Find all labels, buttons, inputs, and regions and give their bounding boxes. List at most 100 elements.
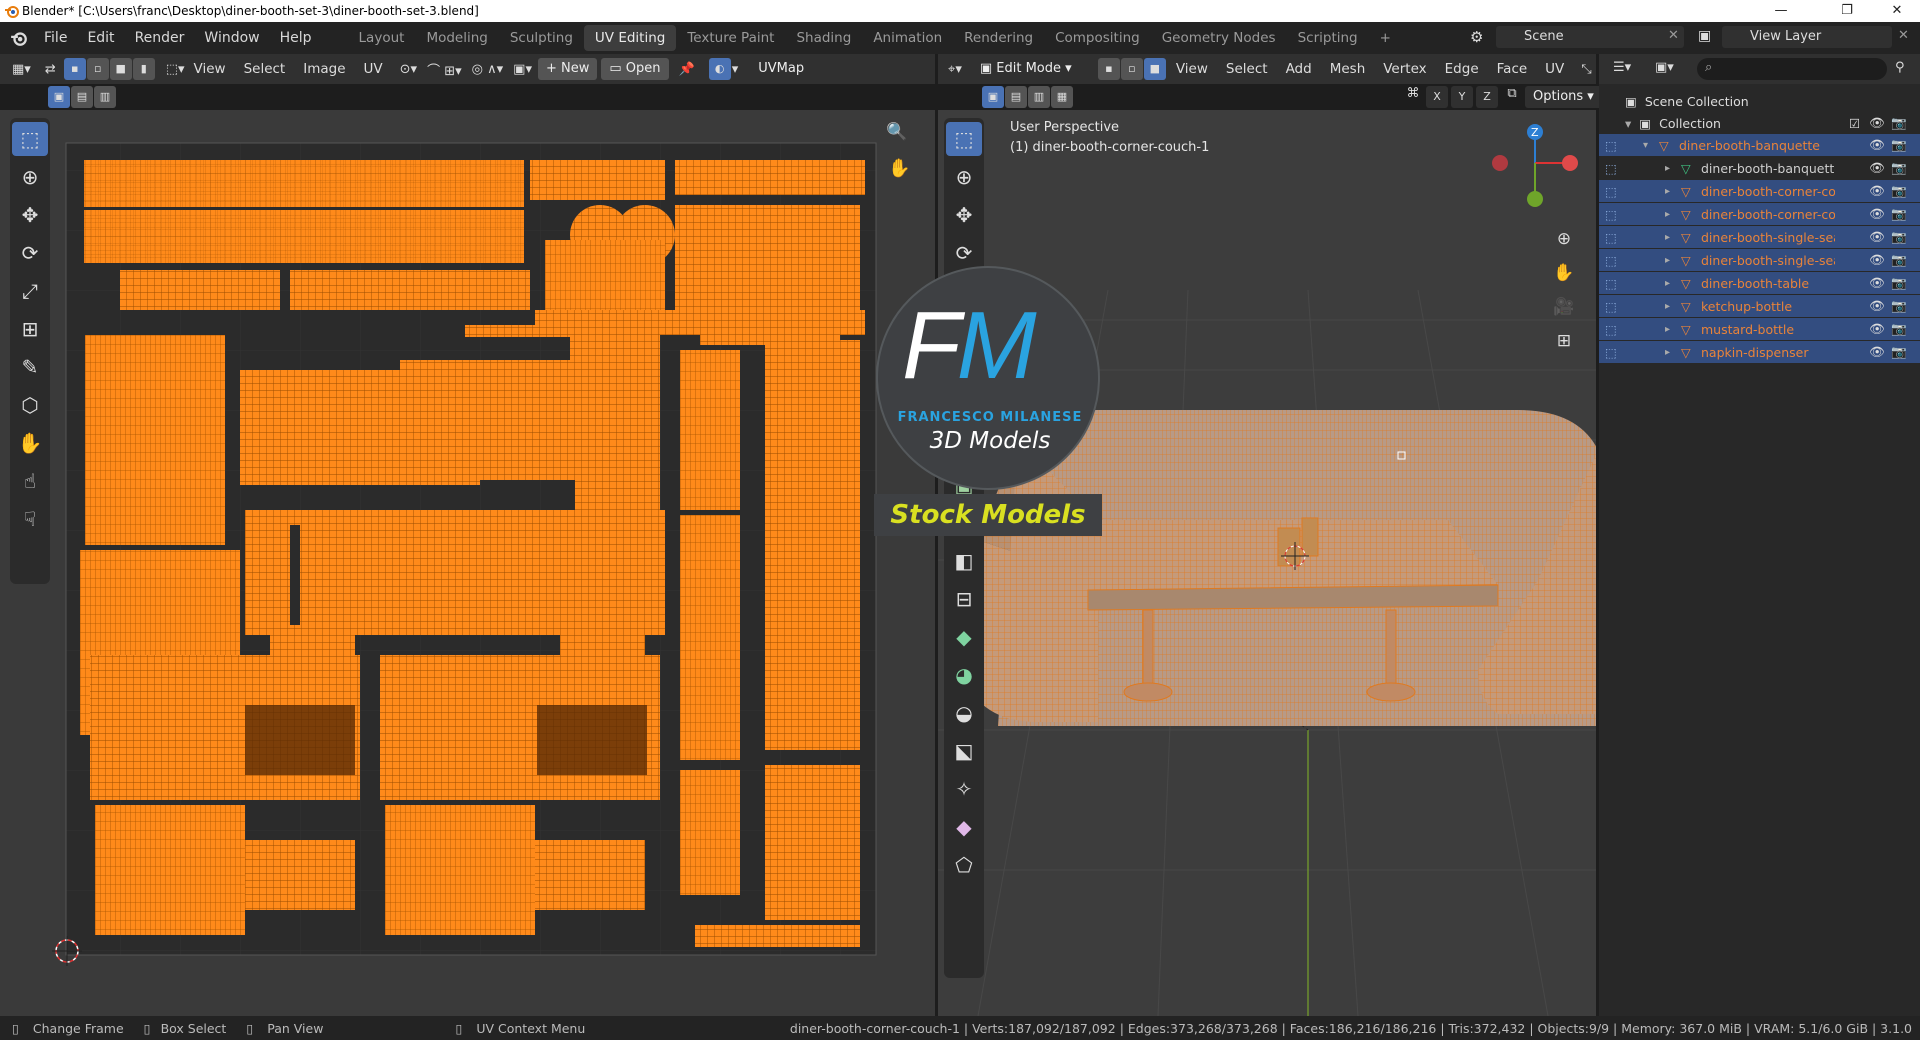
scene-selector-icon[interactable]: ⚙ (1470, 28, 1483, 46)
menu-help[interactable]: Help (270, 30, 322, 46)
pin-icon[interactable]: 📌 (679, 62, 695, 77)
visibility-eye-icon[interactable]: 👁 (1869, 160, 1885, 176)
editor-type-icon[interactable]: ▦▾ (12, 62, 31, 77)
tab-texture-paint[interactable]: Texture Paint (676, 25, 785, 51)
display-mode-icon[interactable]: ▣▾ (1655, 60, 1674, 75)
select-subtract-icon[interactable]: ▥ (94, 86, 116, 108)
snap-icon[interactable]: ⌒ ⊞▾ (427, 60, 462, 79)
move-tool-icon[interactable]: ✥ (12, 198, 48, 232)
outliner-scene-collection[interactable]: ▣ Scene Collection (1599, 90, 1920, 112)
expand-arrow-icon[interactable]: ▸ (1665, 209, 1670, 220)
vp-menu-edge[interactable]: Edge (1436, 61, 1488, 77)
uv-menu-image[interactable]: Image (294, 61, 354, 77)
vp-select-extend-icon[interactable]: ▤ (1005, 86, 1027, 108)
outliner-item[interactable]: ⬚ ▸ ▽ mustard-bottle 👁 📷 (1599, 318, 1920, 340)
collection-render-icon[interactable]: 📷 (1891, 115, 1907, 131)
vp-zoom-icon[interactable]: ⊕ (1552, 222, 1576, 256)
face-select-icon[interactable]: ■ (109, 58, 132, 80)
outliner-item[interactable]: ⬚ ▸ ▽ diner-booth-corner-co 👁 📷 (1599, 180, 1920, 202)
expand-arrow-icon[interactable]: ▸ (1665, 255, 1670, 266)
pivot-icon[interactable]: ⊙▾ (400, 62, 417, 77)
render-camera-icon[interactable]: 📷 (1891, 206, 1907, 222)
vp-camera-icon[interactable]: 🎥 (1552, 290, 1576, 324)
vp-menu-add[interactable]: Add (1277, 61, 1321, 77)
edit-mode-toggle-icon[interactable]: ⬚ (1605, 276, 1617, 291)
edge-slide-icon[interactable]: ✧ (946, 772, 982, 806)
edit-mode-toggle-icon[interactable]: ⬚ (1605, 184, 1617, 199)
relax-tool-icon[interactable]: ☝ (12, 464, 48, 498)
uv-sync-icon[interactable]: ⇄ (45, 62, 56, 77)
proportional-edit-icon[interactable]: ◎ ∧▾ (472, 62, 504, 77)
tab-sculpting[interactable]: Sculpting (499, 25, 584, 51)
uvmap-selector[interactable]: UVMap (750, 58, 821, 80)
expand-arrow-icon[interactable]: ▸ (1665, 347, 1670, 358)
edit-mode-toggle-icon[interactable]: ⬚ (1605, 207, 1617, 222)
bevel-icon[interactable]: ◧ (946, 544, 982, 578)
edit-mode-toggle-icon[interactable]: ⬚ (1605, 345, 1617, 360)
outliner-item[interactable]: ⬚ ▸ ▽ diner-booth-single-sea 👁 📷 (1599, 249, 1920, 271)
vp-menu-vertex[interactable]: Vertex (1374, 61, 1435, 77)
render-camera-icon[interactable]: 📷 (1891, 344, 1907, 360)
expand-arrow-icon[interactable]: ▸ (1665, 301, 1670, 312)
visibility-eye-icon[interactable]: 👁 (1869, 321, 1885, 337)
tab-layout[interactable]: Layout (348, 25, 416, 51)
blender-menu-icon[interactable] (10, 29, 28, 47)
vp-menu-view[interactable]: View (1167, 61, 1217, 77)
edit-mode-toggle-icon[interactable]: ⬚ (1605, 299, 1617, 314)
tab-compositing[interactable]: Compositing (1044, 25, 1151, 51)
edit-mode-toggle-icon[interactable]: ⬚ (1605, 253, 1617, 268)
vp-select-box-icon[interactable]: ⬚ (946, 122, 982, 156)
pan-hand-icon[interactable]: ✋ (888, 158, 910, 179)
outliner-type-icon[interactable]: ☰▾ (1613, 60, 1631, 75)
visibility-eye-icon[interactable]: 👁 (1869, 137, 1885, 153)
edit-mode-toggle-icon[interactable]: ⬚ (1605, 138, 1617, 153)
rip-icon[interactable]: ⬠ (946, 848, 982, 882)
select-new-icon[interactable]: ▣ (48, 86, 70, 108)
rotate-tool-icon[interactable]: ⟳ (12, 236, 48, 270)
visibility-eye-icon[interactable]: 👁 (1869, 183, 1885, 199)
edit-mode-toggle-icon[interactable]: ⬚ (1605, 322, 1617, 337)
tab-animation[interactable]: Animation (862, 25, 953, 51)
scale-tool-icon[interactable]: ⤢ (12, 274, 48, 308)
transform-orientation-icon[interactable]: ⤡ (1581, 62, 1591, 77)
outliner-item[interactable]: ⬚ ▸ ▽ diner-booth-corner-co 👁 📷 (1599, 203, 1920, 225)
expand-arrow-icon[interactable]: ▸ (1665, 163, 1670, 174)
scene-close-icon[interactable]: ✕ (1668, 28, 1679, 43)
vp-pan-icon[interactable]: ✋ (1552, 256, 1576, 290)
expand-arrow-icon[interactable]: ▸ (1665, 232, 1670, 243)
tab-shading[interactable]: Shading (785, 25, 862, 51)
view-layer-icon[interactable]: ▣ (1698, 28, 1711, 44)
outliner-item[interactable]: ⬚ ▸ ▽ ketchup-bottle 👁 📷 (1599, 295, 1920, 317)
edit-mode-toggle-icon[interactable]: ⬚ (1605, 230, 1617, 245)
tab-uv-editing[interactable]: UV Editing (583, 25, 677, 51)
expand-arrow-icon[interactable]: ▾ (1643, 140, 1648, 151)
uv-menu-view[interactable]: View (185, 61, 235, 77)
render-camera-icon[interactable]: 📷 (1891, 229, 1907, 245)
visibility-eye-icon[interactable]: 👁 (1869, 275, 1885, 291)
add-workspace-button[interactable]: + (1369, 25, 1402, 51)
outliner-item[interactable]: ⬚ ▸ ▽ diner-booth-single-sea 👁 📷 (1599, 226, 1920, 248)
spin-icon[interactable]: ◒ (946, 696, 982, 730)
view-layer-close-icon[interactable]: ✕ (1898, 28, 1909, 43)
visibility-eye-icon[interactable]: 👁 (1869, 344, 1885, 360)
edge-select-icon[interactable]: ▫ (86, 58, 109, 80)
mirror-z-toggle[interactable]: Z (1476, 86, 1498, 108)
uv-grid-canvas[interactable] (0, 110, 935, 1016)
vp-edge-mode-icon[interactable]: ▫ (1120, 58, 1143, 80)
render-camera-icon[interactable]: 📷 (1891, 252, 1907, 268)
uv-menu-select[interactable]: Select (235, 61, 295, 77)
maximize-button[interactable]: ❐ (1824, 0, 1870, 22)
options-dropdown[interactable]: Options ▾ (1525, 86, 1602, 108)
outliner-item[interactable]: ⬚ ▸ ▽ diner-booth-table 👁 📷 (1599, 272, 1920, 294)
select-extend-icon[interactable]: ▤ (71, 86, 93, 108)
annotate-tool-icon[interactable]: ✎ (12, 350, 48, 384)
expand-arrow-icon[interactable]: ▸ (1665, 278, 1670, 289)
open-image-button[interactable]: ▭ Open (601, 58, 669, 80)
collection-expand-icon[interactable]: ▾ (1625, 116, 1631, 131)
visibility-eye-icon[interactable]: 👁 (1869, 252, 1885, 268)
outliner-search-input[interactable]: ⌕ (1697, 58, 1887, 80)
viewport-canvas[interactable]: Z (938, 110, 1596, 1016)
menu-file[interactable]: File (34, 30, 77, 46)
expand-arrow-icon[interactable]: ▸ (1665, 324, 1670, 335)
uv-editor-area[interactable]: 🔍 ✋ (0, 110, 935, 1016)
